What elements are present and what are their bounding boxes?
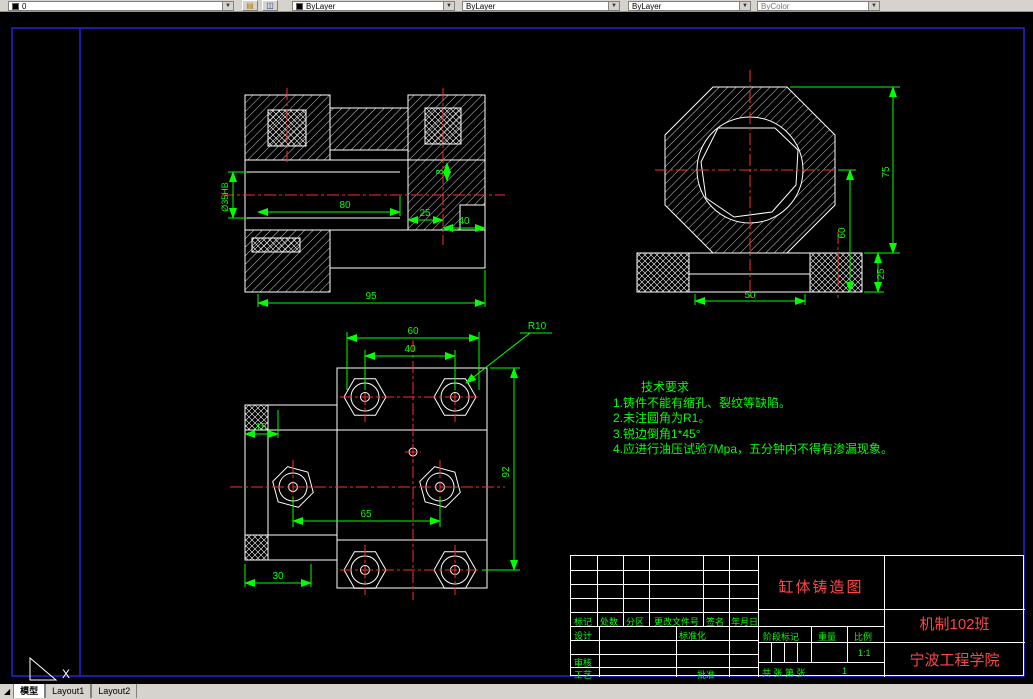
top-view: 60 40 R10 15 92 65 30 (230, 321, 552, 600)
dimension-label: 75 (881, 166, 892, 178)
dimension-label: 50 (744, 290, 756, 301)
col-label-zone: 分区 (626, 617, 645, 627)
process-label: 工艺 (574, 670, 593, 680)
approve-label: 批准 (697, 670, 716, 680)
dimension-label: 80 (339, 200, 351, 211)
plotstyle-combo-value: ByColor (761, 2, 790, 11)
layer-combo-value: 0 (22, 2, 27, 11)
front-section-view: 95 80 Ø35HB 25 40 8 (220, 88, 505, 307)
col-label-date: 年月日 (731, 617, 759, 627)
current-color-swatch-icon (296, 3, 303, 10)
make-layer-current-button[interactable]: ▤ (242, 0, 258, 11)
dimension-label: 60 (407, 326, 419, 337)
dimension-label: 25 (876, 268, 887, 280)
stage-mark-label: 阶段标记 (763, 632, 800, 642)
tab-scroll-icon[interactable]: ◢ (4, 687, 10, 696)
dimension-label: 40 (458, 216, 470, 227)
tech-req-line: 4.应进行油压试验7Mpa，五分钟内不得有渗漏现象。 (613, 442, 894, 456)
side-view: 75 60 25 50 (636, 70, 900, 305)
chevron-down-icon[interactable]: ▼ (222, 2, 233, 10)
color-combo[interactable]: ByLayer ▼ (292, 1, 455, 11)
object-properties-toolbar: 0 ▼ ▤ ◫ ByLayer ▼ ByLayer ▼ ByLayer ▼ By… (0, 0, 1033, 12)
chevron-down-icon[interactable]: ▼ (443, 2, 454, 10)
layer-combo[interactable]: 0 ▼ (8, 1, 234, 11)
lineweight-combo-value: ByLayer (632, 2, 662, 11)
title-block: 标记 处数 分区 更改文件号 签名 年月日 设计 标准化 审核 工艺 批准 阶段… (570, 555, 1025, 680)
tech-req-line: 2.未注圆角为R1。 (613, 411, 711, 425)
lineweight-combo[interactable]: ByLayer ▼ (628, 1, 751, 11)
plotstyle-combo[interactable]: ByColor ▼ (757, 1, 880, 11)
chevron-down-icon[interactable]: ▼ (608, 2, 619, 10)
sheet-info: 共 张 第 张 (762, 668, 806, 678)
ucs-x-label: X (62, 667, 70, 681)
technical-requirements: 技术要求 1.铸件不能有缩孔、裂纹等缺陷。 2.未注圆角为R1。 3.锐边倒角1… (613, 380, 893, 458)
dimension-label: Ø35HB (220, 182, 230, 212)
ucs-icon: X (29, 656, 70, 681)
cad-application-window: { "toolbar": { "layer_value": "0", "colo… (0, 0, 1033, 699)
dimension-label: R10 (528, 321, 547, 332)
dimension-label: 25 (419, 208, 431, 219)
layer-previous-icon: ◫ (266, 1, 274, 10)
dimension-label: 60 (837, 227, 848, 239)
design-label: 设计 (574, 631, 593, 641)
dimension-label: 15 (255, 422, 267, 433)
tab-layout1[interactable]: Layout1 (45, 684, 92, 698)
tab-layout2[interactable]: Layout2 (91, 684, 138, 698)
dimension-label: 92 (501, 466, 512, 478)
class-name: 机制102班 (919, 616, 990, 633)
chevron-down-icon[interactable]: ▼ (868, 2, 879, 10)
dimension-label: 95 (365, 291, 377, 302)
tech-req-line: 3.锐边倒角1*45° (613, 426, 701, 441)
col-label-count: 处数 (600, 617, 619, 627)
school-name: 宁波工程学院 (909, 652, 1000, 669)
standardize-label: 标准化 (679, 631, 707, 641)
layers-icon: ▤ (246, 1, 254, 10)
drawing-canvas[interactable]: 95 80 Ø35HB 25 40 8 75 60 25 50 60 40 R1… (0, 12, 1033, 684)
chevron-down-icon[interactable]: ▼ (739, 2, 750, 10)
dimension-label: 8 (435, 169, 446, 175)
col-label-change-file: 更改文件号 (654, 617, 700, 627)
dimensions (244, 332, 552, 587)
tech-req-line: 1.铸件不能有缩孔、裂纹等缺陷。 (613, 395, 792, 410)
dimension-label: 40 (404, 344, 416, 355)
tab-model[interactable]: 模型 (13, 684, 46, 698)
color-combo-value: ByLayer (306, 2, 336, 11)
layer-previous-button[interactable]: ◫ (262, 0, 278, 11)
tech-req-title: 技术要求 (641, 380, 690, 394)
drawing-title: 缸体铸造图 (778, 579, 864, 596)
dimension-label: 65 (360, 509, 372, 520)
layer-color-swatch-icon (12, 3, 19, 10)
sheet-number: 1 (842, 666, 848, 676)
linetype-combo[interactable]: ByLayer ▼ (462, 1, 620, 11)
linetype-combo-value: ByLayer (466, 2, 496, 11)
dimension-label: 30 (272, 571, 284, 582)
scale-label: 比例 (854, 632, 873, 642)
layout-tab-bar: ◢ 模型 Layout1 Layout2 (0, 684, 1033, 699)
scale-value: 1:1 (858, 648, 871, 658)
col-label-mark: 标记 (574, 617, 593, 627)
weight-label: 重量 (818, 632, 837, 642)
col-label-signature: 签名 (706, 617, 725, 627)
